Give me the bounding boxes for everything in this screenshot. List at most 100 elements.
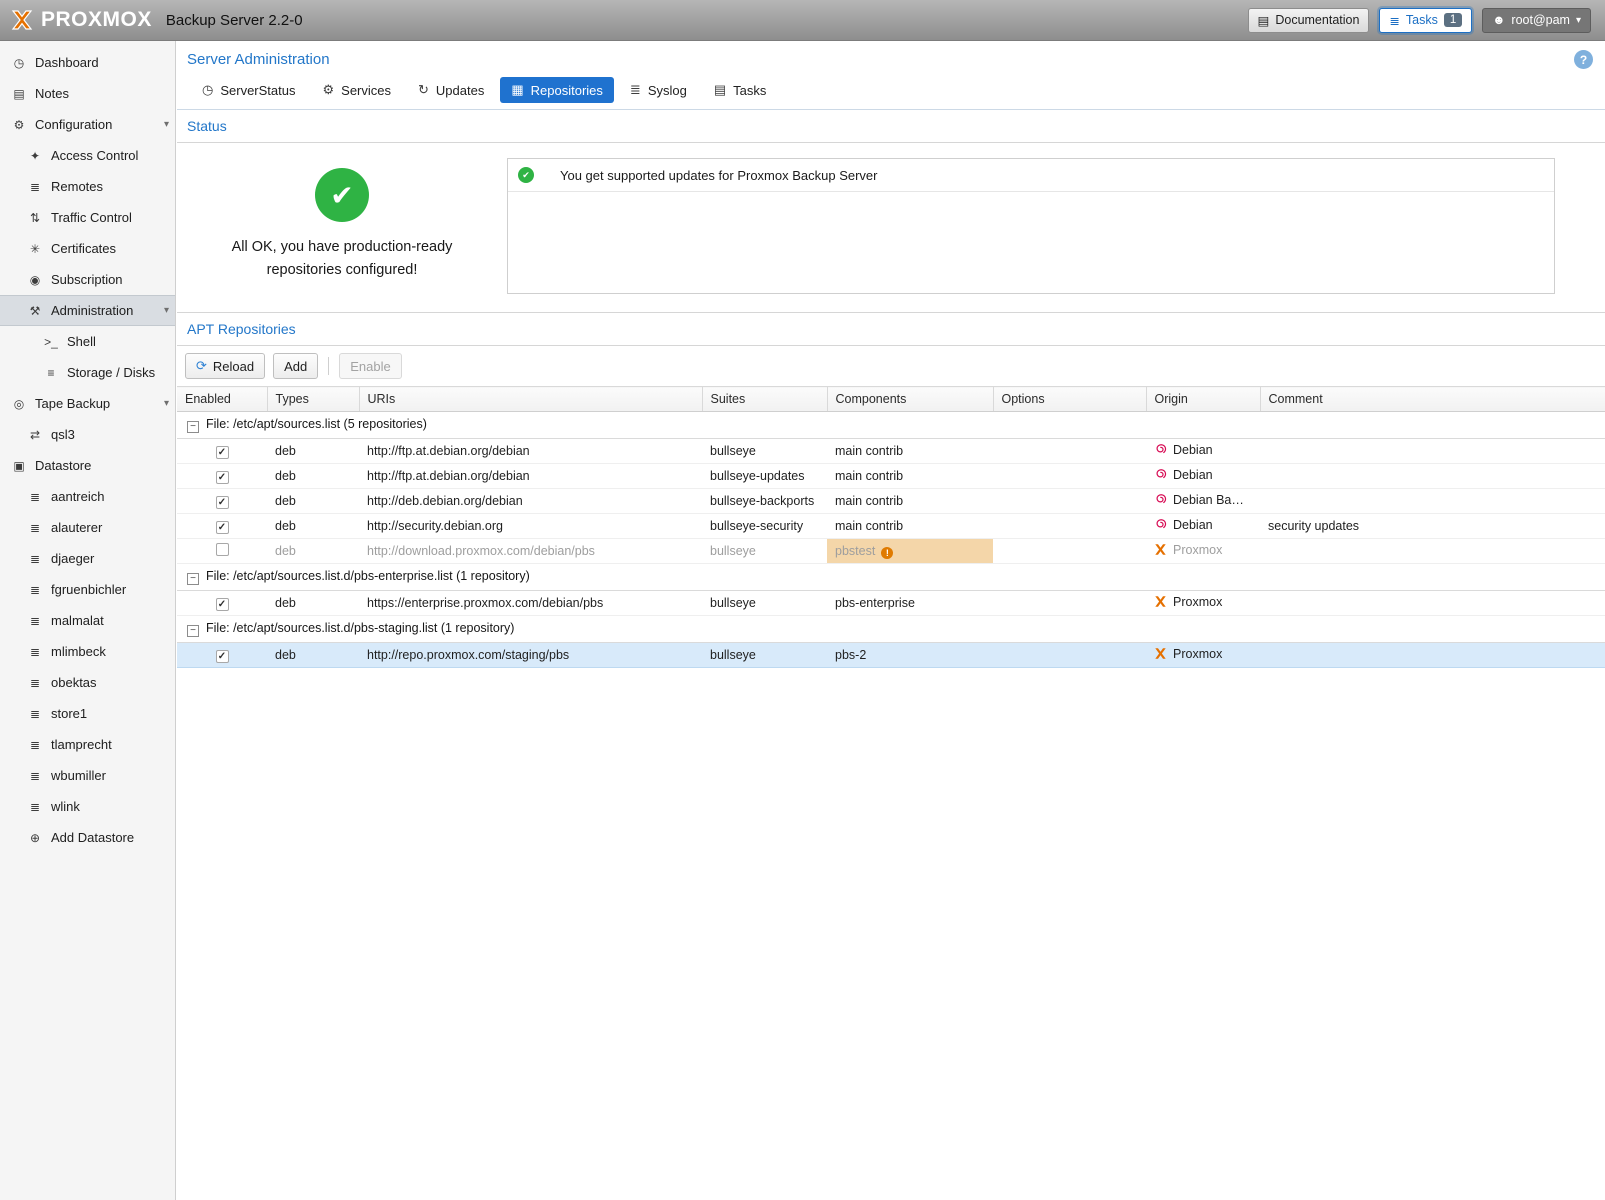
column-header-options[interactable]: Options (993, 387, 1146, 412)
table-row[interactable]: ✓debhttp://repo.proxmox.com/staging/pbsb… (177, 643, 1605, 668)
sidebar-item-storage-disks[interactable]: ≡Storage / Disks (0, 357, 175, 388)
cell-suites: bullseye (702, 591, 827, 616)
table-row[interactable]: debhttp://download.proxmox.com/debian/pb… (177, 539, 1605, 564)
reload-label: Reload (213, 359, 254, 374)
cell-origin: Proxmox (1146, 539, 1260, 564)
table-row[interactable]: ✓debhttp://ftp.at.debian.org/debianbulls… (177, 439, 1605, 464)
tasks-icon: ▤ (714, 82, 726, 98)
column-header-suites[interactable]: Suites (702, 387, 827, 412)
terminal-icon: >_ (42, 335, 60, 349)
note-icon: ▤ (10, 87, 28, 101)
cell-components: main contrib (827, 464, 993, 489)
cell-options (993, 643, 1146, 668)
tab-updates[interactable]: ↻Updates (407, 77, 495, 103)
sidebar-item-label: Notes (35, 86, 69, 101)
tasks-button[interactable]: ≣ Tasks 1 (1379, 8, 1472, 33)
sidebar-item-mlimbeck[interactable]: ≣mlimbeck (0, 636, 175, 667)
cell-suites: bullseye-security (702, 514, 827, 539)
sidebar-item-datastore[interactable]: ▣Datastore (0, 450, 175, 481)
components-text: main contrib (835, 444, 903, 458)
sidebar-item-dashboard[interactable]: ◷Dashboard (0, 47, 175, 78)
status-section-header: Status (177, 110, 1605, 143)
cell-suites: bullseye (702, 539, 827, 564)
tab-tasks[interactable]: ▤Tasks (703, 77, 778, 103)
sidebar-item-djaeger[interactable]: ≣djaeger (0, 543, 175, 574)
documentation-button[interactable]: ▤ Documentation (1248, 8, 1370, 33)
enabled-checkbox[interactable]: ✓ (216, 446, 229, 459)
sidebar-item-subscription[interactable]: ◉Subscription (0, 264, 175, 295)
tasks-list-icon: ≣ (1389, 13, 1399, 28)
sidebar-item-access-control[interactable]: ✦Access Control (0, 140, 175, 171)
collapse-icon[interactable]: − (187, 625, 199, 637)
sidebar-item-configuration[interactable]: ⚙Configuration▾ (0, 109, 175, 140)
enabled-checkbox[interactable]: ✓ (216, 471, 229, 484)
tape-icon: ◎ (10, 397, 28, 411)
cell-enabled: ✓ (177, 514, 267, 539)
status-summary-text: All OK, you have production-ready reposi… (225, 236, 460, 282)
chevron-down-icon[interactable]: ▾ (164, 119, 169, 130)
sidebar-item-obektas[interactable]: ≣obektas (0, 667, 175, 698)
sidebar-item-tape-backup[interactable]: ◎Tape Backup▾ (0, 388, 175, 419)
sidebar-item-alauterer[interactable]: ≣alauterer (0, 512, 175, 543)
cell-components: main contrib (827, 489, 993, 514)
sidebar-item-certificates[interactable]: ✳Certificates (0, 233, 175, 264)
column-header-types[interactable]: Types (267, 387, 359, 412)
chevron-down-icon[interactable]: ▾ (164, 398, 169, 409)
cell-options (993, 514, 1146, 539)
cell-enabled: ✓ (177, 439, 267, 464)
sidebar-item-qsl3[interactable]: ⇄qsl3 (0, 419, 175, 450)
updates-status-box: ✔ You get supported updates for Proxmox … (507, 158, 1555, 294)
cell-components: pbstest! (827, 539, 993, 564)
enabled-checkbox[interactable]: ✓ (216, 650, 229, 663)
sidebar-item-aantreich[interactable]: ≣aantreich (0, 481, 175, 512)
debian-logo-icon (1154, 468, 1167, 484)
enabled-checkbox[interactable] (216, 543, 229, 556)
debian-logo-icon (1154, 518, 1167, 534)
table-row[interactable]: ✓debhttps://enterprise.proxmox.com/debia… (177, 591, 1605, 616)
origin-label: Debian Ba… (1173, 493, 1244, 507)
sidebar-item-store1[interactable]: ≣store1 (0, 698, 175, 729)
sidebar-item-wlink[interactable]: ≣wlink (0, 791, 175, 822)
sidebar-item-administration[interactable]: ⚒Administration▾ (0, 295, 175, 326)
tab-services[interactable]: ⚙Services (312, 77, 403, 103)
sidebar-item-wbumiller[interactable]: ≣wbumiller (0, 760, 175, 791)
sidebar-item-label: Administration (51, 303, 133, 318)
user-menu-button[interactable]: ☻ root@pam ▾ (1482, 8, 1591, 33)
cell-uri: http://download.proxmox.com/debian/pbs (359, 539, 702, 564)
table-row[interactable]: ✓debhttp://ftp.at.debian.org/debianbulls… (177, 464, 1605, 489)
enabled-checkbox[interactable]: ✓ (216, 496, 229, 509)
sidebar-item-fgruenbichler[interactable]: ≣fgruenbichler (0, 574, 175, 605)
column-header-comment[interactable]: Comment (1260, 387, 1605, 412)
chevron-down-icon[interactable]: ▾ (164, 305, 169, 316)
tab-repositories[interactable]: ▦Repositories (500, 77, 614, 103)
column-header-enabled[interactable]: Enabled (177, 387, 267, 412)
database-icon: ≣ (26, 800, 44, 814)
database-icon: ≣ (26, 552, 44, 566)
tab-serverstatus[interactable]: ◷ServerStatus (191, 77, 307, 103)
table-row[interactable]: ✓debhttp://deb.debian.org/debianbullseye… (177, 489, 1605, 514)
cell-type: deb (267, 439, 359, 464)
sidebar-item-malmalat[interactable]: ≣malmalat (0, 605, 175, 636)
sidebar-item-tlamprecht[interactable]: ≣tlamprecht (0, 729, 175, 760)
tab-label: Repositories (531, 83, 603, 98)
tab-label: ServerStatus (220, 83, 295, 98)
help-button[interactable]: ? (1574, 50, 1593, 69)
column-header-origin[interactable]: Origin (1146, 387, 1260, 412)
column-header-uris[interactable]: URIs (359, 387, 702, 412)
sidebar-item-add-datastore[interactable]: ⊕Add Datastore (0, 822, 175, 853)
sidebar-item-shell[interactable]: >_Shell (0, 326, 175, 357)
enabled-checkbox[interactable]: ✓ (216, 598, 229, 611)
enable-button[interactable]: Enable (339, 353, 401, 379)
sidebar-item-notes[interactable]: ▤ Notes (0, 78, 175, 109)
tab-syslog[interactable]: ≣Syslog (619, 77, 698, 103)
collapse-icon[interactable]: − (187, 573, 199, 585)
collapse-icon[interactable]: − (187, 421, 199, 433)
enabled-checkbox[interactable]: ✓ (216, 521, 229, 534)
reload-button[interactable]: ⟳ Reload (185, 353, 265, 379)
column-header-components[interactable]: Components (827, 387, 993, 412)
sidebar-item-remotes[interactable]: ≣Remotes (0, 171, 175, 202)
content-header: Server Administration ? (177, 41, 1605, 73)
sidebar-item-traffic-control[interactable]: ⇅Traffic Control (0, 202, 175, 233)
table-row[interactable]: ✓debhttp://security.debian.orgbullseye-s… (177, 514, 1605, 539)
add-button[interactable]: Add (273, 353, 318, 379)
